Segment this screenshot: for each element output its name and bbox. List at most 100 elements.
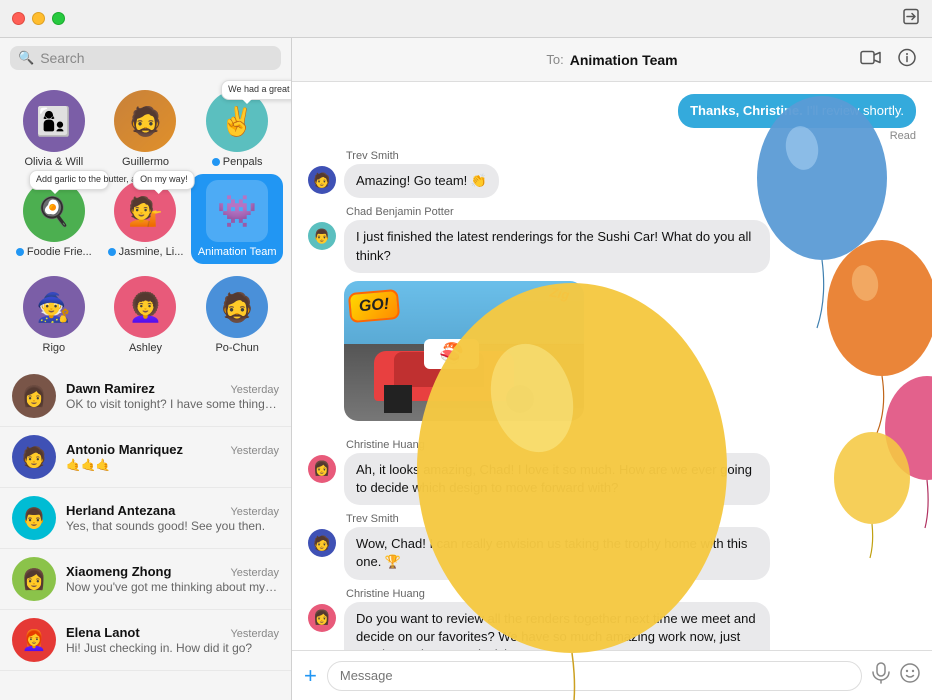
- messages-area[interactable]: Thanks, Christine. I'll review shortly. …: [292, 82, 932, 650]
- avatar-antonio: 🧑: [12, 435, 56, 479]
- pinned-penpals[interactable]: We had a great time. Home with... ✌️ Pen…: [191, 84, 283, 174]
- search-bar: 🔍 Search: [0, 38, 291, 78]
- conv-content-xiaomeng: Xiaomeng Zhong Yesterday Now you've got …: [66, 564, 279, 594]
- zig-sticker: Zig: [548, 284, 570, 302]
- jasmine-tooltip: On my way!: [133, 170, 195, 190]
- pinned-guillermo[interactable]: 🧔 Guillermo: [100, 84, 192, 174]
- chat-input-bar: +: [292, 650, 932, 700]
- msg-sender-chad: Chad Benjamin Potter: [344, 206, 770, 218]
- chat-header-icons: [860, 48, 916, 71]
- pinned-po-chun[interactable]: 🧔 Po-Chun: [191, 270, 283, 360]
- conv-name-elena: Elena Lanot: [66, 625, 140, 640]
- pinned-ashley[interactable]: 👩‍🦱 Ashley: [100, 270, 192, 360]
- conv-elena[interactable]: 👩‍🦰 Elena Lanot Yesterday Hi! Just check…: [0, 610, 291, 671]
- message-input[interactable]: [327, 661, 862, 691]
- conv-herland[interactable]: 👨 Herland Antezana Yesterday Yes, that s…: [0, 488, 291, 549]
- pinned-olivia-will[interactable]: 👩‍👦 Olivia & Will: [8, 84, 100, 174]
- conv-name-antonio: Antonio Manriquez: [66, 442, 183, 457]
- add-attachment-button[interactable]: +: [304, 663, 317, 689]
- pinned-name-ashley: Ashley: [129, 342, 162, 354]
- pinned-jasmine[interactable]: On my way! 💁 Jasmine, Li...: [100, 174, 192, 264]
- pinned-name-olivia-will: Olivia & Will: [24, 156, 83, 168]
- main-layout: 🔍 Search 👩‍👦 Olivia & Will 🧔 Guillermo: [0, 38, 932, 700]
- search-field[interactable]: 🔍 Search: [10, 46, 281, 70]
- avatar-xiaomeng: 👩: [12, 557, 56, 601]
- avatar-po-chun: 🧔: [206, 276, 268, 338]
- msg-sender-christine: Christine Huang: [344, 439, 770, 451]
- msg-row-trev-trophy: 🧑 Trev Smith Wow, Chad! I can really env…: [308, 513, 916, 579]
- msg-bubble-chad-text: I just finished the latest renderings fo…: [344, 220, 770, 272]
- conv-time-elena: Yesterday: [230, 628, 279, 640]
- avatar-chad: 👨: [308, 222, 336, 250]
- msg-content-chad-text: Chad Benjamin Potter I just finished the…: [344, 206, 770, 272]
- minimize-button[interactable]: [32, 12, 45, 25]
- pinned-foodie[interactable]: Add garlic to the butter, and then... 🍳 …: [8, 174, 100, 264]
- msg-read-thanks: Read: [890, 130, 916, 142]
- pinned-name-penpals: Penpals: [212, 156, 263, 168]
- title-bar: [0, 0, 932, 38]
- maximize-button[interactable]: [52, 12, 65, 25]
- pinned-animation-team[interactable]: 👾 Animation Team: [191, 174, 283, 264]
- video-call-icon[interactable]: [860, 49, 882, 70]
- pinned-name-po-chun: Po-Chun: [215, 342, 258, 354]
- compose-button[interactable]: [902, 7, 920, 30]
- close-button[interactable]: [12, 12, 25, 25]
- chat-title: Animation Team: [570, 52, 678, 68]
- conv-time-antonio: Yesterday: [230, 445, 279, 457]
- search-label: Search: [40, 50, 84, 66]
- conv-xiaomeng[interactable]: 👩 Xiaomeng Zhong Yesterday Now you've go…: [0, 549, 291, 610]
- audio-input-button[interactable]: [872, 662, 890, 689]
- blue-dot-jasmine: [108, 248, 116, 256]
- avatar-trev-trophy: 🧑: [308, 529, 336, 557]
- conv-name-dawn: Dawn Ramirez: [66, 381, 155, 396]
- conv-preview-xiaomeng: Now you've got me thinking about my next…: [66, 580, 279, 594]
- conv-preview-antonio: 🤙🤙🤙: [66, 458, 279, 472]
- msg-row-christine-amazed: 👩 Christine Huang Ah, it looks amazing, …: [308, 439, 916, 505]
- avatar-ashley: 👩‍🦱: [114, 276, 176, 338]
- pinned-name-rigo: Rigo: [43, 342, 66, 354]
- avatar-elena: 👩‍🦰: [12, 618, 56, 662]
- conv-dawn-ramirez[interactable]: 👩 Dawn Ramirez Yesterday OK to visit ton…: [0, 366, 291, 427]
- window-controls: [12, 12, 65, 25]
- msg-bubble-thanks: Thanks, Christine. I'll review shortly.: [678, 94, 916, 128]
- go-sticker: GO!: [348, 289, 401, 323]
- penpals-tooltip: We had a great time. Home with...: [221, 80, 292, 100]
- blue-dot-foodie: [16, 248, 24, 256]
- msg-content-trev-trophy: Trev Smith Wow, Chad! I can really envis…: [344, 513, 770, 579]
- search-icon: 🔍: [18, 50, 34, 66]
- avatar-trev-amazing: 🧑: [308, 166, 336, 194]
- avatar-dawn: 👩: [12, 374, 56, 418]
- avatar-guillermo: 🧔: [114, 90, 176, 152]
- conv-time-xiaomeng: Yesterday: [230, 567, 279, 579]
- secondary-pinned-grid: 🧙 Rigo 👩‍🦱 Ashley 🧔 Po-Chun: [0, 270, 291, 366]
- pinned-name-guillermo: Guillermo: [122, 156, 169, 168]
- msg-bubble-christine-amazed: Ah, it looks amazing, Chad! I love it so…: [344, 453, 770, 505]
- blue-dot-penpals: [212, 158, 220, 166]
- conv-preview-elena: Hi! Just checking in. How did it go?: [66, 641, 279, 655]
- conv-time-herland: Yesterday: [230, 506, 279, 518]
- pinned-name-foodie: Foodie Frie...: [16, 246, 92, 258]
- pinned-name-jasmine: Jasmine, Li...: [108, 246, 184, 258]
- msg-bubble-christine-review: Do you want to review all the renders to…: [344, 602, 770, 651]
- msg-sender-trev: Trev Smith: [344, 150, 499, 162]
- conversation-list: 👩 Dawn Ramirez Yesterday OK to visit ton…: [0, 366, 291, 700]
- msg-row-thanks: Thanks, Christine. I'll review shortly. …: [308, 94, 916, 142]
- msg-bubble-trev-amazing: Amazing! Go team! 👏: [344, 164, 499, 198]
- avatar-rigo: 🧙: [23, 276, 85, 338]
- emoji-button[interactable]: [900, 663, 920, 688]
- chat-to-label: To:: [546, 52, 563, 67]
- conv-name-xiaomeng: Xiaomeng Zhong: [66, 564, 171, 579]
- conv-name-herland: Herland Antezana: [66, 503, 175, 518]
- msg-row-chad-image: 🍣 GO! Zig: [308, 281, 916, 431]
- avatar-christine-amazed: 👩: [308, 455, 336, 483]
- msg-row-trev-amazing: 🧑 Trev Smith Amazing! Go team! 👏: [308, 150, 916, 198]
- msg-bubble-trev-trophy: Wow, Chad! I can really envision us taki…: [344, 527, 770, 579]
- msg-row-chad-text: 👨 Chad Benjamin Potter I just finished t…: [308, 206, 916, 272]
- conv-antonio[interactable]: 🧑 Antonio Manriquez Yesterday 🤙🤙🤙: [0, 427, 291, 488]
- msg-content-christine-amazed: Christine Huang Ah, it looks amazing, Ch…: [344, 439, 770, 505]
- foodie-tooltip: Add garlic to the butter, and then...: [29, 170, 109, 190]
- pinned-rigo[interactable]: 🧙 Rigo: [8, 270, 100, 360]
- chat-header: To: Animation Team: [292, 38, 932, 82]
- info-icon[interactable]: [898, 48, 916, 71]
- sidebar: 🔍 Search 👩‍👦 Olivia & Will 🧔 Guillermo: [0, 38, 292, 700]
